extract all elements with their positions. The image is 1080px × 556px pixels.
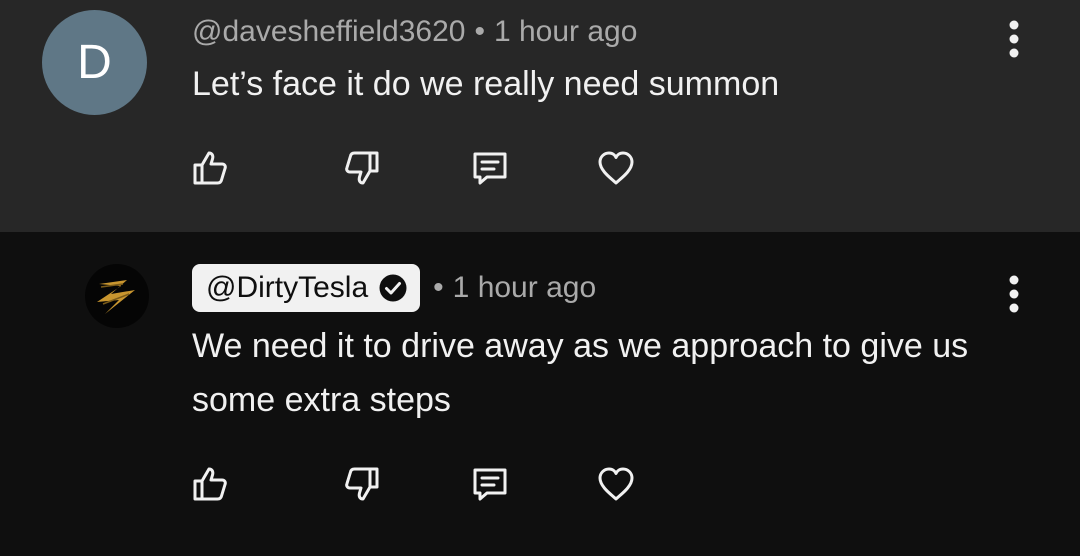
reply-icon[interactable] [468,462,512,506]
dislike-icon[interactable] [340,146,384,190]
dislike-icon[interactable] [340,462,384,506]
comment-time[interactable]: 1 hour ago [494,15,637,49]
like-icon[interactable] [188,146,232,190]
channel-owner-badge[interactable]: @DirtyTesla [192,264,421,312]
avatar-letter: D [77,36,112,89]
more-options-icon[interactable] [996,269,1032,319]
comment-meta: @DirtyTesla • 1 hour ago [192,264,596,312]
more-options-icon[interactable] [996,14,1032,64]
comment-meta: @davesheffield3620 • 1 hour ago [192,12,637,52]
heart-icon[interactable] [594,146,638,190]
lightning-bolt-logo-icon [97,280,135,314]
like-icon[interactable] [188,462,232,506]
reply-icon[interactable] [468,146,512,190]
avatar[interactable]: D [42,10,147,115]
author-handle: @DirtyTesla [206,271,369,304]
comment: D @davesheffield3620 • 1 hour ago Let’s … [0,0,1080,232]
comment-text: We need it to drive away as we approach … [192,327,969,419]
separator-dot: • [474,15,485,48]
separator-dot: • [433,271,444,304]
heart-icon[interactable] [594,462,638,506]
reply-comment: @DirtyTesla • 1 hour ago We need it to d… [0,232,1080,556]
comment-time[interactable]: 1 hour ago [453,271,596,305]
comment-text: Let’s face it do we really need summon [192,65,780,103]
verified-check-icon [379,274,407,302]
author-handle[interactable]: @davesheffield3620 [192,15,465,49]
avatar[interactable] [85,264,149,328]
